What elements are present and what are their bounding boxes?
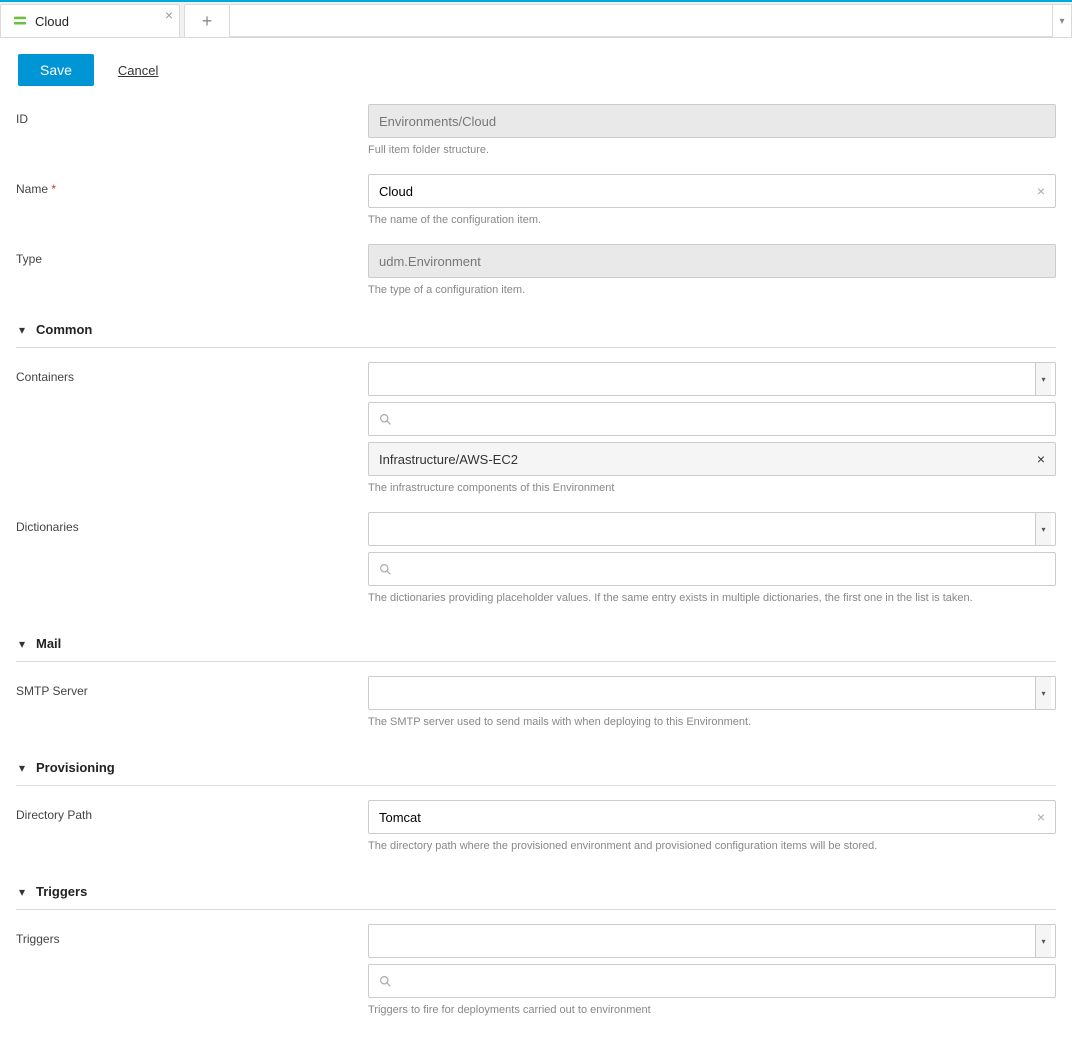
containers-item[interactable]: Infrastructure/AWS-EC2 × <box>368 442 1056 476</box>
content: Save Cancel ID Environments/Cloud Full i… <box>0 38 1072 1056</box>
tabbar-dropdown[interactable]: ▾ <box>1052 4 1072 37</box>
actions-bar: Save Cancel <box>18 54 1056 86</box>
tab-label: Cloud <box>35 14 69 29</box>
label-id: ID <box>16 104 356 174</box>
dropdown-handle[interactable]: ▾ <box>1035 513 1051 545</box>
tabbar-spacer <box>230 4 1052 37</box>
name-field[interactable]: × <box>368 174 1056 208</box>
section-triggers[interactable]: ▾ Triggers <box>16 876 1056 910</box>
section-provisioning-title: Provisioning <box>36 760 115 775</box>
remove-item-icon[interactable]: × <box>1037 451 1045 467</box>
section-provisioning[interactable]: ▾ Provisioning <box>16 752 1056 786</box>
section-common-title: Common <box>36 322 92 337</box>
triggers-search-input[interactable] <box>400 974 1045 989</box>
triggers-helper: Triggers to fire for deployments carried… <box>368 1004 1056 1016</box>
id-value: Environments/Cloud <box>379 114 496 129</box>
id-helper: Full item folder structure. <box>368 144 1056 156</box>
triggers-select[interactable]: ▾ <box>368 924 1056 958</box>
section-triggers-title: Triggers <box>36 884 87 899</box>
chevron-down-icon: ▾ <box>1059 16 1064 27</box>
dictionaries-search-input[interactable] <box>400 562 1045 577</box>
plus-icon: + <box>202 12 213 30</box>
cancel-link[interactable]: Cancel <box>118 63 158 78</box>
section-mail-title: Mail <box>36 636 61 651</box>
containers-search[interactable] <box>368 402 1056 436</box>
name-input[interactable] <box>379 184 1045 199</box>
label-name: Name <box>16 174 356 244</box>
tab-add-button[interactable]: + <box>184 4 230 37</box>
name-helper: The name of the configuration item. <box>368 214 1056 226</box>
dictionaries-select[interactable]: ▾ <box>368 512 1056 546</box>
search-icon <box>379 975 392 988</box>
label-smtp: SMTP Server <box>16 676 356 746</box>
containers-item-text: Infrastructure/AWS-EC2 <box>379 452 518 467</box>
search-icon <box>379 413 392 426</box>
dictionaries-helper: The dictionaries providing placeholder v… <box>368 592 1056 604</box>
environment-icon <box>13 14 27 28</box>
save-button[interactable]: Save <box>18 54 94 86</box>
label-containers: Containers <box>16 362 356 512</box>
form: ID Environments/Cloud Full item folder s… <box>16 104 1056 1016</box>
dictionaries-search[interactable] <box>368 552 1056 586</box>
chevron-down-icon: ▾ <box>1041 937 1045 946</box>
containers-helper: The infrastructure components of this En… <box>368 482 1056 494</box>
section-common[interactable]: ▾ Common <box>16 314 1056 348</box>
section-mail[interactable]: ▾ Mail <box>16 628 1056 662</box>
label-triggers: Triggers <box>16 924 356 1016</box>
clear-icon[interactable]: × <box>1037 183 1045 199</box>
containers-search-input[interactable] <box>400 412 1045 427</box>
containers-select[interactable]: ▾ <box>368 362 1056 396</box>
directory-field[interactable]: × <box>368 800 1056 834</box>
dropdown-handle[interactable]: ▾ <box>1035 677 1051 709</box>
smtp-select[interactable]: ▾ <box>368 676 1056 710</box>
close-icon[interactable]: × <box>165 7 173 23</box>
chevron-down-icon: ▾ <box>1041 525 1045 534</box>
type-value: udm.Environment <box>379 254 481 269</box>
directory-helper: The directory path where the provisioned… <box>368 840 1056 852</box>
label-dictionaries: Dictionaries <box>16 512 356 622</box>
clear-icon[interactable]: × <box>1037 809 1045 825</box>
triggers-search[interactable] <box>368 964 1056 998</box>
tab-bar: Cloud × + ▾ <box>0 2 1072 38</box>
chevron-down-icon: ▾ <box>1041 375 1045 384</box>
directory-input[interactable] <box>379 810 1045 825</box>
smtp-helper: The SMTP server used to send mails with … <box>368 716 1056 728</box>
chevron-down-icon: ▾ <box>16 761 28 775</box>
dropdown-handle[interactable]: ▾ <box>1035 925 1051 957</box>
type-helper: The type of a configuration item. <box>368 284 1056 296</box>
tab-cloud[interactable]: Cloud × <box>0 4 180 37</box>
dropdown-handle[interactable]: ▾ <box>1035 363 1051 395</box>
chevron-down-icon: ▾ <box>16 323 28 337</box>
chevron-down-icon: ▾ <box>1041 689 1045 698</box>
search-icon <box>379 563 392 576</box>
label-directory: Directory Path <box>16 800 356 870</box>
id-field: Environments/Cloud <box>368 104 1056 138</box>
type-field: udm.Environment <box>368 244 1056 278</box>
label-type: Type <box>16 244 356 314</box>
chevron-down-icon: ▾ <box>16 637 28 651</box>
chevron-down-icon: ▾ <box>16 885 28 899</box>
